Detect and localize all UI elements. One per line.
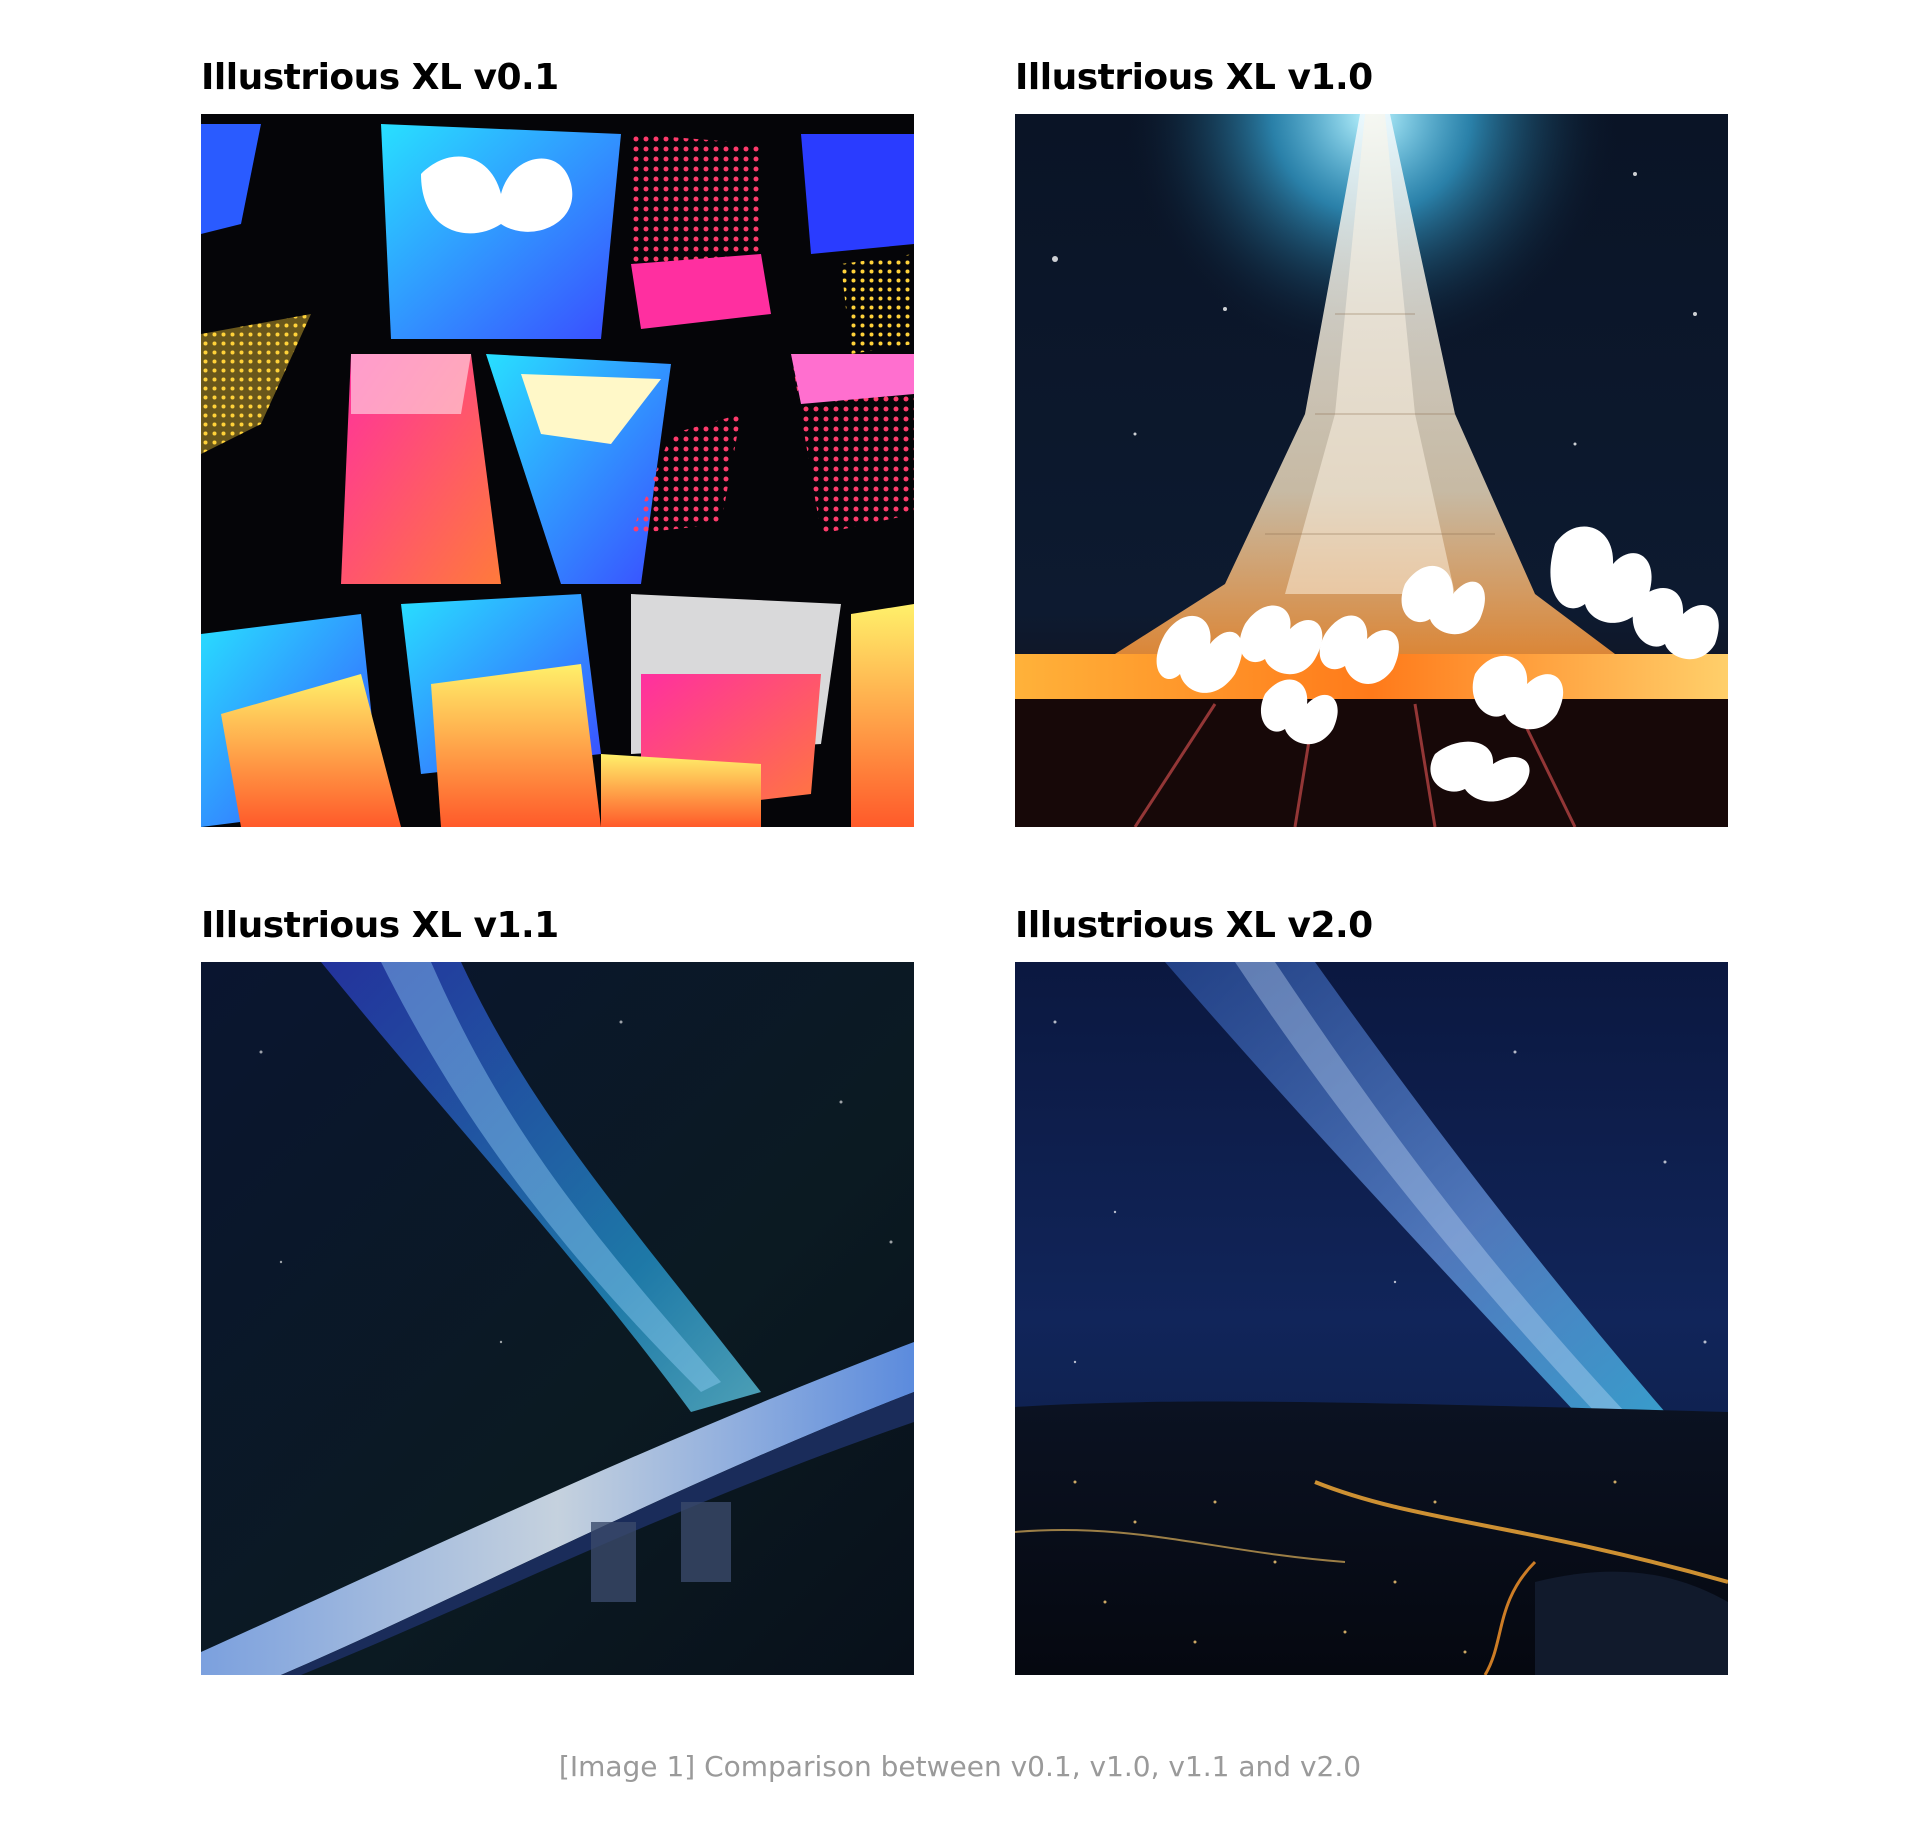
generated-image [201,962,914,1675]
generated-image [1015,962,1728,1675]
panel-v1-0: Illustrious XL v1.0 [1015,56,1728,827]
panel-title: Illustrious XL v0.1 [201,57,559,98]
figure-caption: [Image 1] Comparison between v0.1, v1.0,… [558,1750,1362,1783]
panel-v0-1: Illustrious XL v0.1 [201,56,914,827]
generated-image [201,114,914,827]
panel-v2-0: Illustrious XL v2.0 [1015,904,1728,1675]
panel-title: Illustrious XL v1.1 [201,905,559,946]
panel-title: Illustrious XL v2.0 [1015,905,1373,946]
generated-image [1015,114,1728,827]
panel-v1-1: Illustrious XL v1.1 [201,904,914,1675]
panel-title: Illustrious XL v1.0 [1015,57,1373,98]
